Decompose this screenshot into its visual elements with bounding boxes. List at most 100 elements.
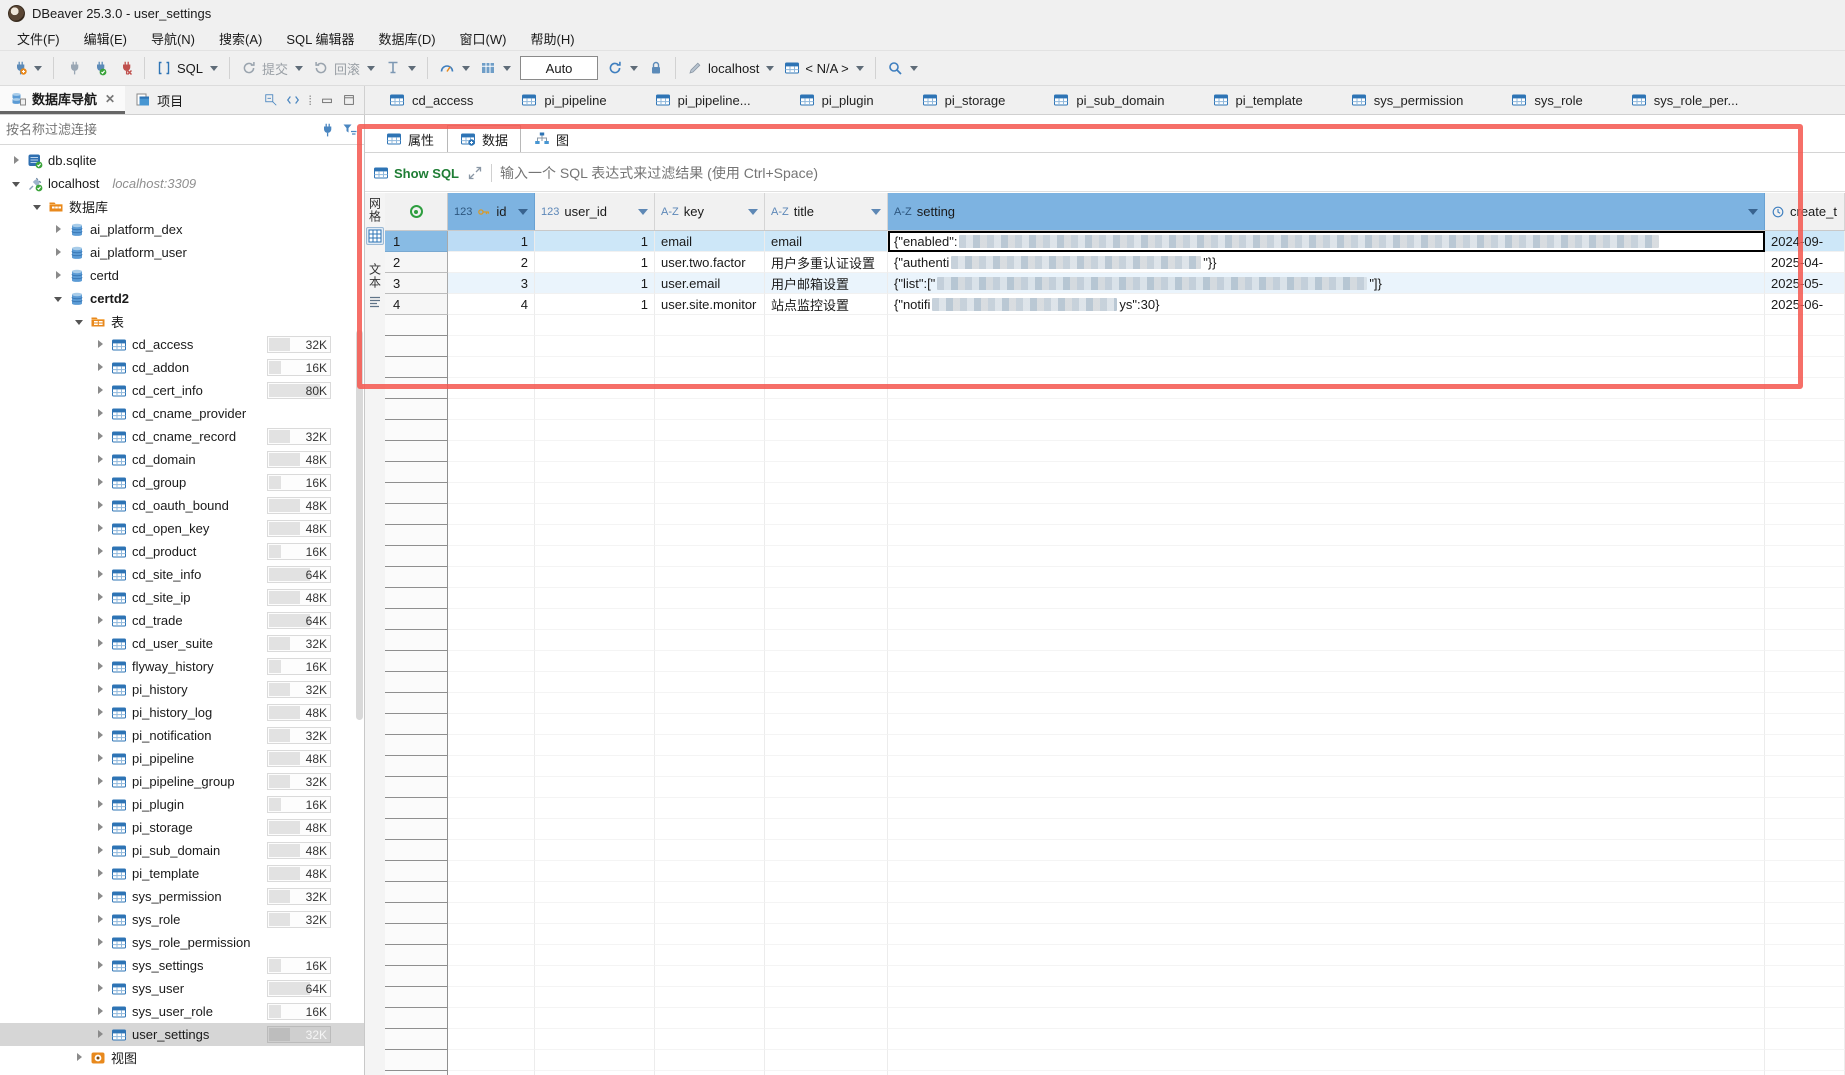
chevron-collapsed-icon[interactable] xyxy=(96,961,106,971)
table-row[interactable]: 111emailemail{"enabled":2024-09- xyxy=(385,231,1845,252)
column-header-setting[interactable]: A-Zsetting xyxy=(888,193,1765,230)
cell-title[interactable]: email xyxy=(765,231,888,252)
cell-title[interactable]: 站点监控设置 xyxy=(765,294,888,315)
tree-item-pi_pipeline_group[interactable]: pi_pipeline_group32K xyxy=(0,770,364,793)
table-row[interactable]: 331user.email用户邮箱设置{"list":[""]}2025-05- xyxy=(385,273,1845,294)
chevron-collapsed-icon[interactable] xyxy=(96,846,106,856)
connection-state-filter-icon[interactable] xyxy=(342,122,358,138)
cell-user-id[interactable]: 1 xyxy=(535,252,655,273)
chevron-collapsed-icon[interactable] xyxy=(96,777,106,787)
tab-data[interactable]: 数据 xyxy=(447,125,521,153)
cell-setting[interactable]: {"notifiys":30} xyxy=(888,294,1765,315)
minimize-icon[interactable] xyxy=(320,93,334,107)
editor-tab-pi_pipeline-[interactable]: pi_pipeline... xyxy=(631,86,775,114)
sql-editor-button[interactable]: SQL xyxy=(151,56,223,80)
cell-user-id[interactable]: 1 xyxy=(535,294,655,315)
cell-create-time[interactable]: 2024-09- xyxy=(1765,231,1845,252)
chevron-collapsed-icon[interactable] xyxy=(96,340,106,350)
menu-item-7[interactable]: 帮助(H) xyxy=(519,27,585,50)
chevron-collapsed-icon[interactable] xyxy=(96,616,106,626)
cell-key[interactable]: user.site.monitor xyxy=(655,294,765,315)
table-row[interactable]: 441user.site.monitor站点监控设置{"notifiys":30… xyxy=(385,294,1845,315)
tree-item-视图[interactable]: 视图 xyxy=(0,1046,364,1069)
column-header-title[interactable]: A-Ztitle xyxy=(765,193,888,230)
lock-button[interactable] xyxy=(643,56,669,80)
cell-create-time[interactable]: 2025-04- xyxy=(1765,252,1845,273)
chevron-collapsed-icon[interactable] xyxy=(96,363,106,373)
cell-setting[interactable]: {"authenti"}} xyxy=(888,252,1765,273)
tree-item-cd_site_info[interactable]: cd_site_info64K xyxy=(0,563,364,586)
chevron-collapsed-icon[interactable] xyxy=(96,455,106,465)
commit-button[interactable]: 提交 xyxy=(236,55,308,82)
tab-properties[interactable]: 属性 xyxy=(373,125,447,153)
close-icon[interactable]: ✕ xyxy=(105,92,115,106)
tree-item-sys_user[interactable]: sys_user64K xyxy=(0,977,364,1000)
chevron-collapsed-icon[interactable] xyxy=(96,593,106,603)
menu-item-2[interactable]: 导航(N) xyxy=(140,27,206,50)
editor-tab-cd_access[interactable]: cd_access xyxy=(365,86,497,114)
editor-tab-sys_permission[interactable]: sys_permission xyxy=(1327,86,1488,114)
sql-filter-input[interactable] xyxy=(500,165,1845,181)
tree-item-cd_product[interactable]: cd_product16K xyxy=(0,540,364,563)
menu-item-1[interactable]: 编辑(E) xyxy=(73,27,138,50)
menu-item-4[interactable]: SQL 编辑器 xyxy=(275,27,365,50)
tree-item-cd_oauth_bound[interactable]: cd_oauth_bound48K xyxy=(0,494,364,517)
tree-item-表[interactable]: 表 xyxy=(0,310,364,333)
grid-corner[interactable] xyxy=(385,193,448,230)
maximize-icon[interactable] xyxy=(342,93,356,107)
cell-id[interactable]: 3 xyxy=(448,273,535,294)
cell-setting[interactable]: {"list":[""]} xyxy=(888,273,1765,294)
text-view-icon[interactable] xyxy=(366,293,384,311)
reconnect-button[interactable] xyxy=(86,56,112,80)
chevron-collapsed-icon[interactable] xyxy=(96,386,106,396)
editor-tab-pi_template[interactable]: pi_template xyxy=(1189,86,1327,114)
tree-item-pi_notification[interactable]: pi_notification32K xyxy=(0,724,364,747)
row-number[interactable]: 1 xyxy=(385,231,448,252)
chevron-collapsed-icon[interactable] xyxy=(96,409,106,419)
column-header-id[interactable]: 123id xyxy=(448,193,535,230)
disconnect-button[interactable] xyxy=(112,56,138,80)
cell-setting[interactable]: {"enabled": xyxy=(888,231,1765,252)
view-menu-icon[interactable]: ⁞ xyxy=(308,93,312,108)
chevron-collapsed-icon[interactable] xyxy=(96,662,106,672)
tree-item-cd_cname_record[interactable]: cd_cname_record32K xyxy=(0,425,364,448)
chevron-collapsed-icon[interactable] xyxy=(96,823,106,833)
chevron-collapsed-icon[interactable] xyxy=(96,869,106,879)
cell-key[interactable]: user.email xyxy=(655,273,765,294)
chevron-collapsed-icon[interactable] xyxy=(96,478,106,488)
collapse-all-icon[interactable] xyxy=(264,93,278,107)
active-connection-select[interactable]: localhost xyxy=(682,56,779,80)
chevron-collapsed-icon[interactable] xyxy=(54,271,64,281)
sort-dropdown-icon[interactable] xyxy=(638,209,648,215)
tree-item-sys_role[interactable]: sys_role32K xyxy=(0,908,364,931)
tab-database-navigator[interactable]: 数据库导航 ✕ xyxy=(0,86,125,114)
connection-filter-input[interactable] xyxy=(6,122,310,137)
tree-item-数据库[interactable]: 数据库 xyxy=(0,195,364,218)
menu-item-5[interactable]: 数据库(D) xyxy=(368,27,447,50)
expand-filter-icon[interactable] xyxy=(467,165,483,181)
sort-dropdown-icon[interactable] xyxy=(871,209,881,215)
row-number[interactable]: 3 xyxy=(385,273,448,294)
transaction-monitor-button[interactable] xyxy=(434,56,475,80)
chevron-collapsed-icon[interactable] xyxy=(96,547,106,557)
new-connection-button[interactable] xyxy=(6,56,47,80)
tree-item-localhost[interactable]: localhostlocalhost:3309 xyxy=(0,172,364,195)
menu-item-3[interactable]: 搜索(A) xyxy=(208,27,273,50)
tree-item-sys_role_permission[interactable]: sys_role_permission xyxy=(0,931,364,954)
tree-item-pi_history[interactable]: pi_history32K xyxy=(0,678,364,701)
side-tab-text-label[interactable]: 文本 xyxy=(367,263,384,289)
cell-user-id[interactable]: 1 xyxy=(535,273,655,294)
chevron-collapsed-icon[interactable] xyxy=(54,248,64,258)
chevron-collapsed-icon[interactable] xyxy=(96,570,106,580)
chevron-collapsed-icon[interactable] xyxy=(96,685,106,695)
side-tab-grid-label[interactable]: 网格 xyxy=(367,197,384,223)
table-row[interactable]: 221user.two.factor用户多重认证设置{"authenti"}}2… xyxy=(385,252,1845,273)
chevron-expanded-icon[interactable] xyxy=(12,179,22,189)
tree-item-ai_platform_user[interactable]: ai_platform_user xyxy=(0,241,364,264)
tree-item-ai_platform_dex[interactable]: ai_platform_dex xyxy=(0,218,364,241)
chevron-collapsed-icon[interactable] xyxy=(96,708,106,718)
tree-item-certd2[interactable]: certd2 xyxy=(0,287,364,310)
tree-item-cd_addon[interactable]: cd_addon16K xyxy=(0,356,364,379)
tree-item-cd_cname_provider[interactable]: cd_cname_provider xyxy=(0,402,364,425)
chevron-collapsed-icon[interactable] xyxy=(96,524,106,534)
